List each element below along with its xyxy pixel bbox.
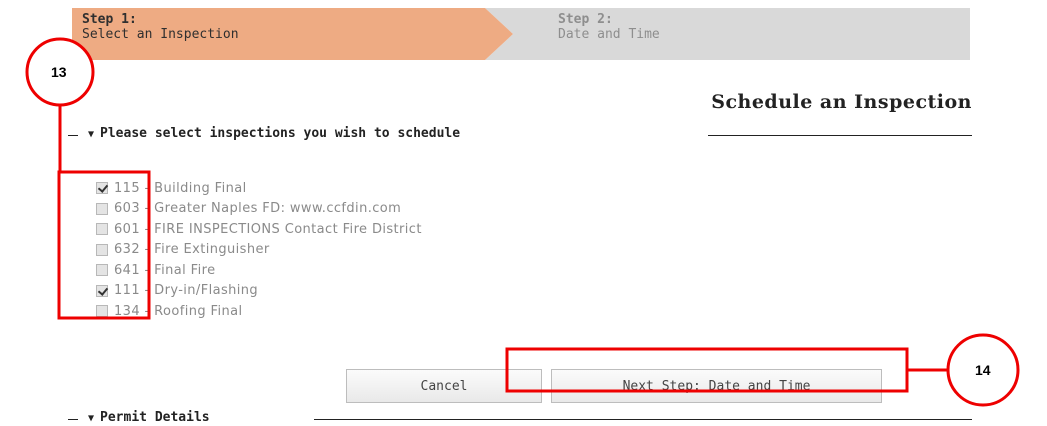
collapse-caret-icon: ▼ bbox=[88, 129, 95, 140]
page-title: Schedule an Inspection bbox=[711, 91, 972, 113]
checkbox-checked[interactable] bbox=[96, 284, 108, 297]
checkbox[interactable] bbox=[96, 223, 108, 236]
inspection-label: 603 - Greater Naples FD: www.ccfdin.com bbox=[114, 201, 402, 217]
inspection-checklist: 115 - Building Final 603 - Greater Naple… bbox=[96, 178, 422, 322]
step-1-title: Step 1: bbox=[82, 12, 137, 27]
step-2-title: Step 2: bbox=[558, 12, 613, 27]
inspection-label: 134 - Roofing Final bbox=[114, 303, 243, 319]
inspection-item[interactable]: 111 - Dry-in/Flashing bbox=[96, 281, 422, 302]
step-1: Step 1: Select an Inspection bbox=[82, 12, 239, 42]
collapse-caret-icon: ▼ bbox=[88, 413, 95, 424]
section-divider bbox=[314, 419, 972, 420]
cancel-button[interactable]: Cancel bbox=[346, 369, 542, 403]
inspection-item[interactable]: 632 - Fire Extinguisher bbox=[96, 240, 422, 261]
inspection-label: 641 - Final Fire bbox=[114, 262, 216, 278]
inspection-item[interactable]: 134 - Roofing Final bbox=[96, 301, 422, 322]
inspection-label: 115 - Building Final bbox=[114, 180, 247, 196]
permit-details-section-header[interactable]: ▼ Permit Details bbox=[68, 410, 972, 426]
inspection-item[interactable]: 601 - FIRE INSPECTIONS Contact Fire Dist… bbox=[96, 219, 422, 240]
permit-section-label: Permit Details bbox=[100, 410, 210, 425]
inspection-label: 601 - FIRE INSPECTIONS Contact Fire Dist… bbox=[114, 221, 422, 237]
inspection-label: 632 - Fire Extinguisher bbox=[114, 242, 270, 258]
section-divider bbox=[708, 135, 972, 136]
callout-number-13: 13 bbox=[51, 64, 67, 80]
checkbox[interactable] bbox=[96, 202, 108, 215]
step-2: Step 2: Date and Time bbox=[558, 12, 660, 42]
checkbox[interactable] bbox=[96, 243, 108, 256]
inspection-item[interactable]: 603 - Greater Naples FD: www.ccfdin.com bbox=[96, 199, 422, 220]
checkbox[interactable] bbox=[96, 264, 108, 277]
inspection-item[interactable]: 115 - Building Final bbox=[96, 178, 422, 199]
step-2-label: Date and Time bbox=[558, 27, 660, 42]
checkbox-checked[interactable] bbox=[96, 182, 108, 195]
step-progress-banner: Step 1: Select an Inspection Step 2: Dat… bbox=[72, 8, 972, 60]
inspection-label: 111 - Dry-in/Flashing bbox=[114, 283, 259, 299]
callout-number-14: 14 bbox=[975, 362, 991, 378]
step-1-label: Select an Inspection bbox=[82, 27, 239, 42]
inspections-section-label: Please select inspections you wish to sc… bbox=[100, 126, 461, 141]
section-divider bbox=[68, 135, 78, 136]
next-step-button[interactable]: Next Step: Date and Time bbox=[551, 369, 882, 403]
checkbox[interactable] bbox=[96, 305, 108, 318]
inspections-section-header[interactable]: ▼ Please select inspections you wish to s… bbox=[68, 126, 972, 142]
section-divider bbox=[68, 419, 78, 420]
inspection-item[interactable]: 641 - Final Fire bbox=[96, 260, 422, 281]
